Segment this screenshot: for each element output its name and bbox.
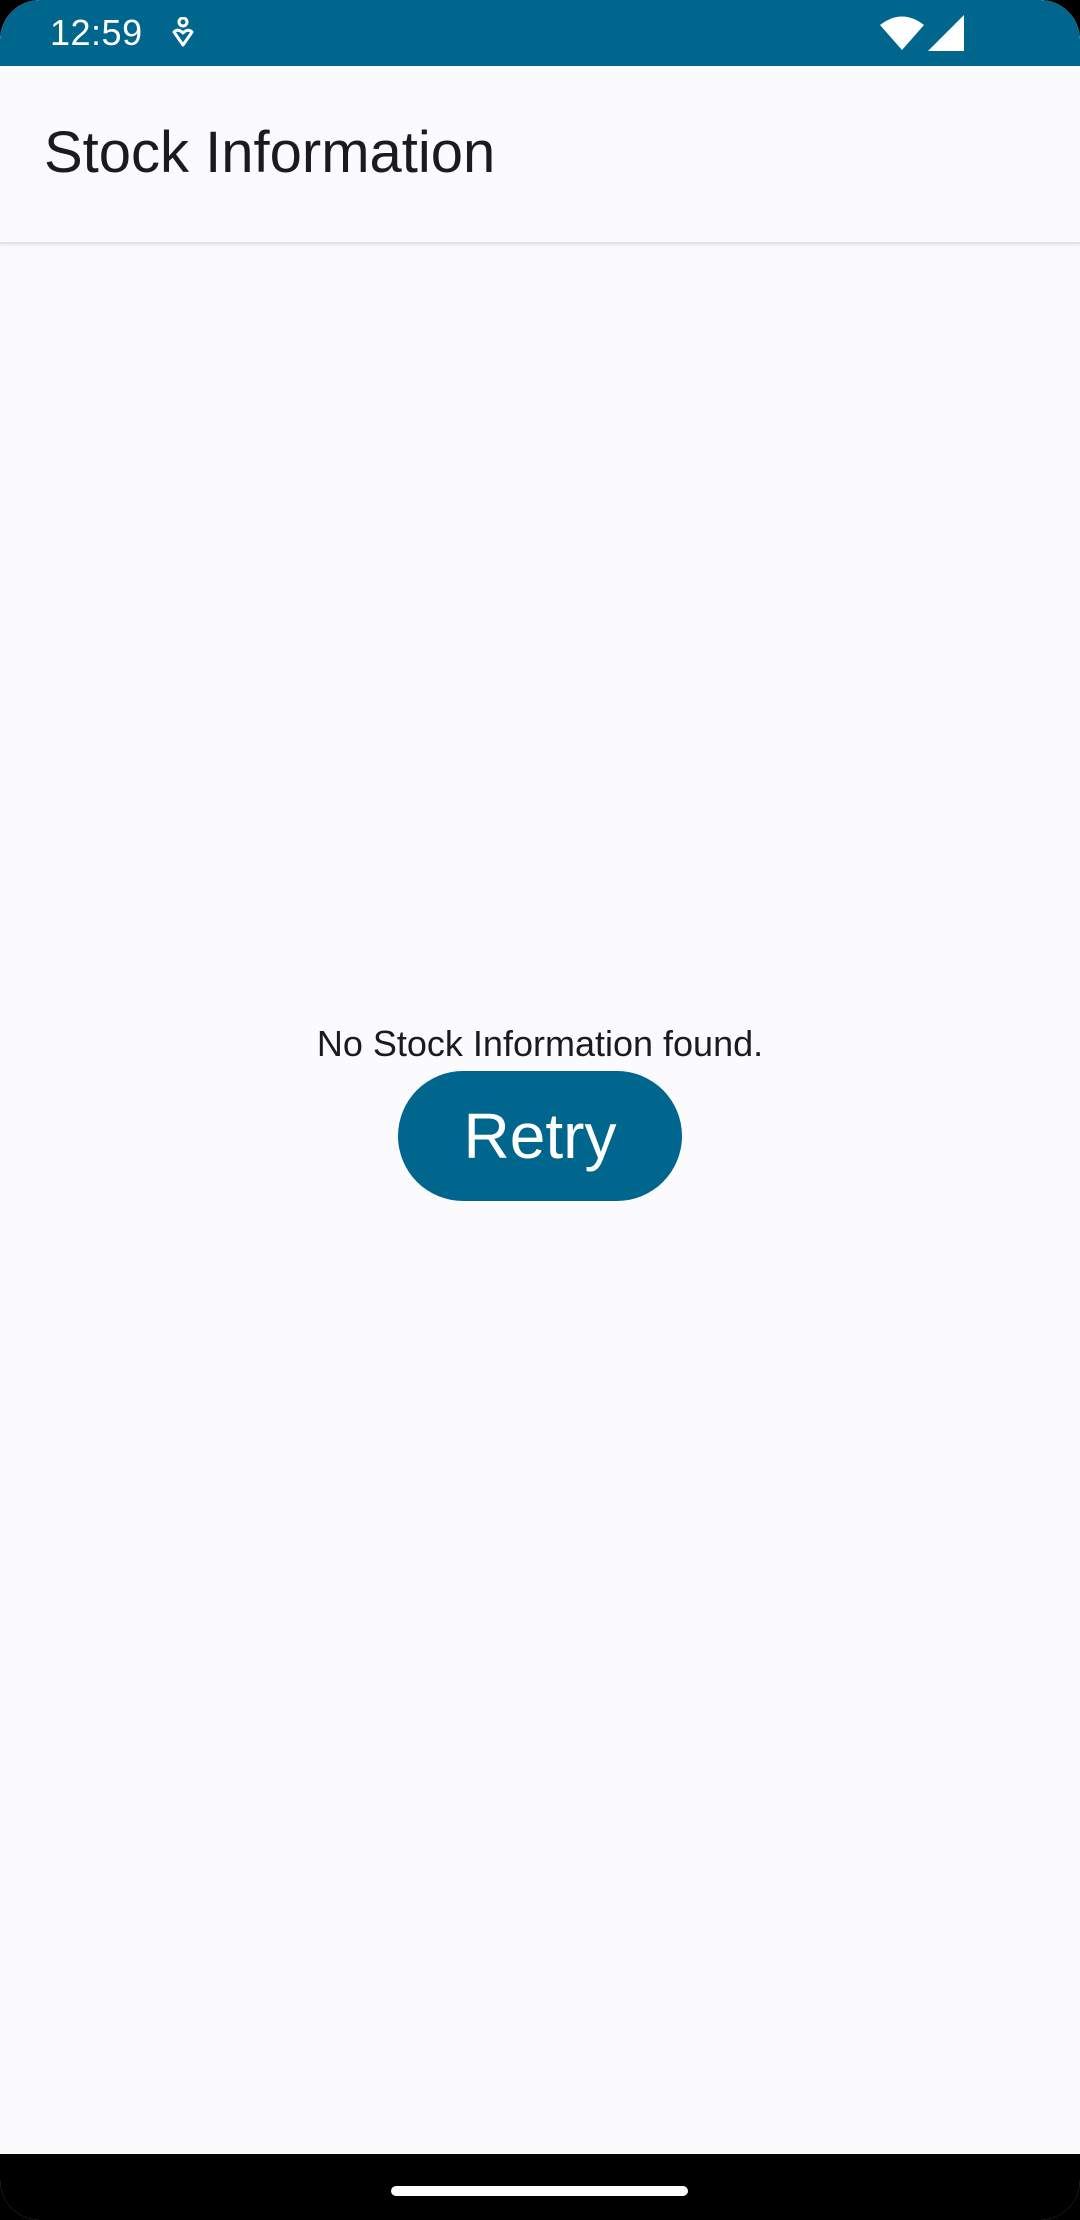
page-title: Stock Information <box>44 120 496 185</box>
main-content: No Stock Information found. Retry <box>0 244 1080 2154</box>
retry-button[interactable]: Retry <box>398 1071 682 1201</box>
wifi-icon <box>880 16 924 50</box>
signal-icon <box>928 15 964 51</box>
empty-state-message: No Stock Information found. <box>316 1023 764 1064</box>
status-time: 12:59 <box>50 12 143 53</box>
navigation-bar <box>0 2154 1080 2220</box>
top-app-bar: Stock Information <box>0 66 1080 244</box>
notification-icon <box>172 17 194 47</box>
home-handle[interactable] <box>391 2186 688 2196</box>
status-bar: 12:59 <box>0 0 1080 66</box>
app-screen: 12:59 Stock Information No Stock Informa… <box>0 0 1080 2220</box>
